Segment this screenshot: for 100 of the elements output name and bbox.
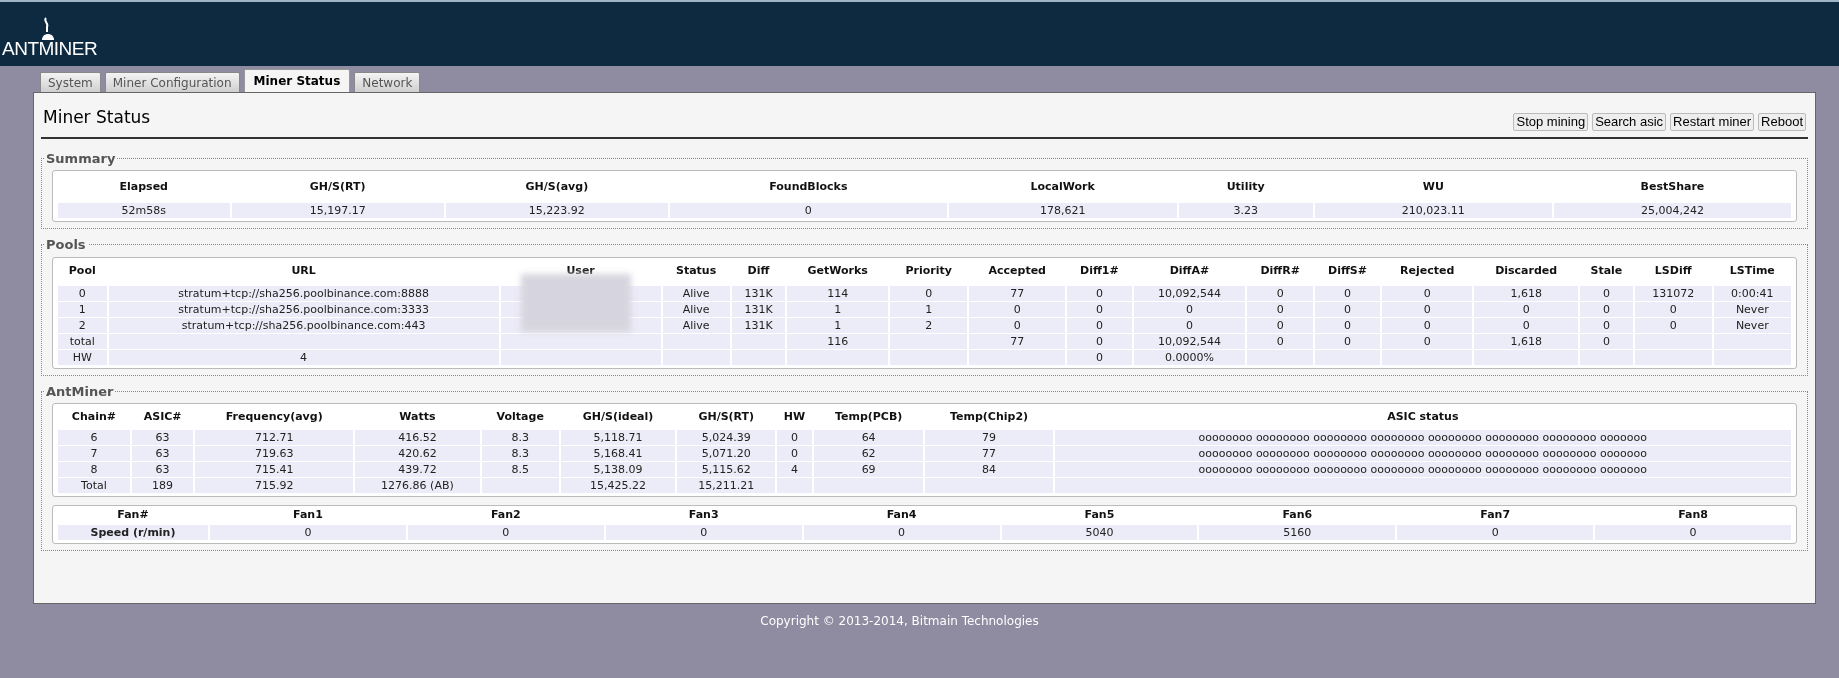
- table-cell: 77: [969, 333, 1066, 349]
- column-header: Status: [675, 263, 718, 280]
- table-cell: 0: [1634, 317, 1712, 333]
- column-header: Accepted: [987, 263, 1047, 280]
- column-header: Watts: [398, 408, 437, 425]
- action-button[interactable]: Reboot: [1758, 112, 1806, 131]
- table-cell: 10,092,544: [1133, 285, 1246, 301]
- table-cell: 1: [889, 301, 968, 317]
- column-header: GH/S(ideal): [581, 408, 655, 425]
- table-cell: Alive: [662, 285, 730, 301]
- section-legend: Pools: [44, 235, 88, 255]
- table-cell: 114: [787, 285, 888, 301]
- column-header: Fan5: [1083, 507, 1116, 523]
- table-cell: 8.5: [481, 462, 559, 477]
- table-cell: stratum+tcp://sha256.poolbinance.com:443: [108, 317, 499, 333]
- column-header: Fan6: [1281, 507, 1314, 523]
- table-cell: Total: [58, 478, 130, 493]
- table-cell: 0: [210, 524, 406, 540]
- table-cell: Speed (r/min): [58, 524, 208, 540]
- column-header: Temp(PCB): [833, 408, 904, 425]
- tab[interactable]: Miner Status: [243, 69, 351, 92]
- table-cell: 131K: [731, 285, 786, 301]
- table-cell: 0: [1579, 317, 1633, 333]
- action-button[interactable]: Search asic: [1592, 112, 1667, 131]
- column-header: Discarded: [1494, 263, 1559, 280]
- column-header: ASIC status: [1386, 408, 1460, 425]
- tab[interactable]: System: [40, 72, 101, 92]
- table-cell: 8.3: [481, 430, 559, 445]
- table-cell: stratum+tcp://sha256.poolbinance.com:8888: [108, 285, 499, 301]
- column-header: Fan1: [292, 507, 324, 523]
- action-button[interactable]: Stop mining: [1513, 112, 1589, 131]
- table-cell: 1: [58, 301, 107, 317]
- table-cell: 0: [1634, 301, 1712, 317]
- table-cell: 5040: [1001, 524, 1198, 540]
- column-header: User: [565, 263, 596, 280]
- table-cell: 63: [131, 430, 194, 445]
- table-cell: 1: [787, 317, 888, 333]
- table-cell: 0: [1315, 285, 1380, 301]
- table-cell: 0: [1315, 317, 1380, 333]
- column-header: DiffS#: [1327, 263, 1368, 280]
- column-header: GH/S(RT): [308, 178, 367, 195]
- column-header: Temp(Chip2): [948, 408, 1030, 425]
- table-cell: 5160: [1199, 524, 1396, 540]
- column-header: GH/S(RT): [697, 408, 756, 425]
- table-cell: Alive: [662, 317, 730, 333]
- column-header: FoundBlocks: [768, 178, 849, 195]
- table-cell: 1276.86 (AB): [355, 478, 480, 493]
- table-cell: stratum+tcp://sha256.poolbinance.com:3333: [108, 301, 499, 317]
- table-cell: 4: [777, 462, 812, 477]
- column-header: Fan#: [116, 507, 150, 523]
- table-cell: 0: [1579, 285, 1633, 301]
- table-cell: 15,211.21: [677, 478, 776, 493]
- page-title: Miner Status: [43, 106, 151, 129]
- table-cell: 0: [1247, 301, 1314, 317]
- action-button[interactable]: Restart miner: [1670, 112, 1755, 131]
- table-cell: 0: [777, 430, 812, 445]
- tab[interactable]: Network: [354, 72, 421, 92]
- table-cell: 4: [108, 349, 499, 365]
- table-cell: 69: [813, 462, 924, 477]
- table-cell: oooooooo oooooooo oooooooo oooooooo oooooooo oooooooo oooooooo ooooooo: [1054, 446, 1791, 461]
- table-cell: 0: [1067, 333, 1132, 349]
- copyright-text: Copyright © 2013-2014, Bitmain Technologies: [759, 613, 1040, 630]
- column-header: WU: [1421, 178, 1445, 195]
- column-header: GH/S(avg): [524, 178, 590, 195]
- table-cell: 712.71: [195, 430, 354, 445]
- column-header: BestShare: [1639, 178, 1706, 195]
- table-cell: 0: [889, 285, 968, 301]
- table-cell: 0: [1247, 285, 1314, 301]
- table-cell: 0: [1595, 524, 1791, 540]
- column-header: LSDiff: [1653, 263, 1693, 280]
- column-header: Pool: [67, 263, 97, 280]
- table-cell: 8.3: [481, 446, 559, 461]
- table-cell: total: [58, 333, 107, 349]
- table-cell: 0: [58, 285, 107, 301]
- table-cell: 15,223.92: [445, 203, 668, 218]
- column-header: URL: [290, 263, 317, 280]
- table-cell: oooooooo oooooooo oooooooo oooooooo oooooooo oooooooo oooooooo ooooooo: [1054, 430, 1791, 445]
- table-cell: 131072: [1634, 285, 1712, 301]
- table-cell: 25,004,242: [1553, 203, 1791, 218]
- column-header: Fan7: [1479, 507, 1512, 523]
- column-header: Fan8: [1677, 507, 1709, 523]
- table-cell: 52m58s: [58, 203, 230, 218]
- table-cell: 0: [605, 524, 802, 540]
- table-cell: 0: [1067, 317, 1132, 333]
- column-header: Diff: [746, 263, 771, 280]
- tab[interactable]: Miner Configuration: [104, 72, 240, 92]
- table-cell: 0: [777, 446, 812, 461]
- table-cell: 0: [1397, 524, 1594, 540]
- table-cell: 3.23: [1178, 203, 1313, 218]
- column-header: DiffR#: [1259, 263, 1301, 280]
- table-cell: 715.41: [195, 462, 354, 477]
- table-cell: 1: [787, 301, 888, 317]
- table-cell: Alive: [662, 301, 730, 317]
- table-cell: HW: [58, 349, 107, 365]
- table-cell: 0: [1067, 301, 1132, 317]
- column-header: LSTime: [1728, 263, 1776, 280]
- table-cell: oooooooo oooooooo oooooooo oooooooo oooooooo oooooooo oooooooo ooooooo: [1054, 462, 1791, 477]
- antminer-logo: ANTMINER: [2, 39, 98, 58]
- column-header: LocalWork: [1029, 178, 1096, 195]
- column-header: Fan3: [687, 507, 720, 523]
